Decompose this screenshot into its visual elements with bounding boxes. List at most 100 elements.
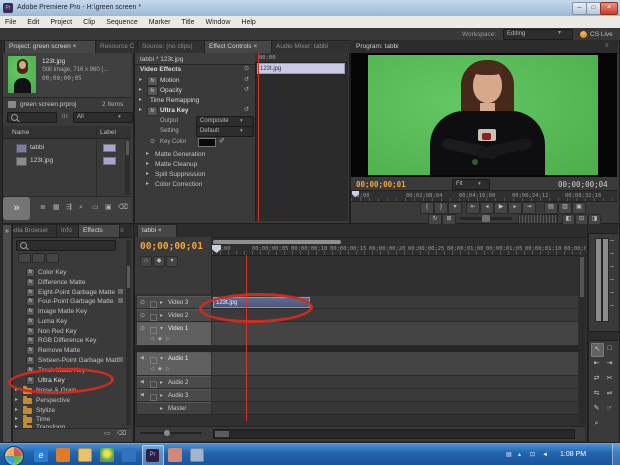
snap-toggle-button[interactable]: ∩ bbox=[140, 256, 152, 267]
tab-project[interactable]: Project: green screen × bbox=[4, 40, 98, 53]
folder-expand-icon[interactable]: ▸ bbox=[15, 407, 18, 413]
effect-image-matte-key[interactable]: Image Matte Key bbox=[38, 308, 87, 316]
mark-in-button[interactable]: { bbox=[420, 202, 434, 214]
project-bin-name[interactable]: green screen.prproj bbox=[20, 101, 76, 109]
keyframe-add-icon[interactable]: ◆ bbox=[158, 367, 162, 372]
rolling-edit-tool[interactable]: ⇥ bbox=[604, 358, 615, 370]
icon-view-icon[interactable]: ▦ bbox=[53, 204, 60, 211]
start-button[interactable] bbox=[4, 446, 24, 465]
expand-track-icon[interactable]: ▸ bbox=[160, 406, 163, 412]
timeline-current-time[interactable]: 00;00;00;01 bbox=[140, 241, 203, 252]
tab-effects[interactable]: Effects bbox=[78, 224, 120, 237]
track-lock-icon[interactable] bbox=[150, 301, 157, 308]
reset-icon[interactable]: ↺ bbox=[244, 87, 249, 93]
folder-expand-icon[interactable]: ▸ bbox=[15, 416, 18, 422]
slip-tool[interactable]: ⇆ bbox=[591, 388, 602, 400]
toggle-track-output-icon[interactable]: ⊙ bbox=[140, 326, 145, 332]
title-bar[interactable]: Pr Adobe Premiere Pro - H:\green screen … bbox=[0, 0, 620, 17]
ecp-clip-bar[interactable]: 123t.jpg bbox=[257, 63, 345, 74]
tab-source[interactable]: Source: (no clips) bbox=[137, 40, 209, 53]
set-encore-marker-button[interactable]: ◆ bbox=[153, 256, 165, 267]
tab-media-browser[interactable]: Media Browser bbox=[12, 224, 58, 237]
track-select-tool[interactable]: □ bbox=[604, 343, 615, 355]
effects-scrollbar[interactable] bbox=[126, 240, 131, 425]
ecp-motion[interactable]: Motion bbox=[160, 77, 180, 85]
menu-title[interactable]: Title bbox=[182, 19, 195, 26]
zoom-tool[interactable]: ⌕ bbox=[591, 418, 602, 430]
effect-sixteen-point-garbage-matte[interactable]: Sixteen-Point Garbage Matte bbox=[38, 357, 122, 365]
tray-show-hidden-icon[interactable]: ▴ bbox=[518, 452, 521, 459]
in-dropdown-arrow[interactable]: ▾ bbox=[118, 114, 121, 121]
label-swatch-tabbi[interactable] bbox=[103, 144, 116, 152]
menu-project[interactable]: Project bbox=[50, 19, 72, 26]
effect-color-key[interactable]: Color Key bbox=[38, 269, 67, 277]
filter-32bit-button[interactable] bbox=[32, 253, 45, 263]
effect-difference-matte[interactable]: Difference Matte bbox=[38, 279, 86, 287]
spill-suppression-expand-icon[interactable]: ▸ bbox=[146, 171, 149, 177]
ecp-opacity[interactable]: Opacity bbox=[160, 87, 182, 95]
new-custom-bin-icon[interactable]: ▭ bbox=[104, 430, 110, 438]
folder-perspective[interactable]: Perspective bbox=[36, 397, 70, 405]
effect-remove-matte[interactable]: Remove Matte bbox=[38, 347, 80, 355]
new-bin-icon[interactable]: ▭ bbox=[92, 204, 99, 211]
reset-icon[interactable]: ↺ bbox=[244, 77, 249, 83]
eyedropper-icon[interactable]: ✐ bbox=[219, 138, 225, 145]
program-zoom-dropdown[interactable]: Fit bbox=[452, 179, 490, 190]
taskbar-active-app[interactable]: Pr bbox=[142, 445, 164, 465]
ecp-mini-timeline[interactable] bbox=[255, 53, 348, 221]
project-preview-thumbnail[interactable] bbox=[8, 56, 36, 93]
menu-marker[interactable]: Marker bbox=[149, 19, 171, 26]
minimize-button[interactable]: ─ bbox=[572, 2, 587, 15]
column-name[interactable]: Name bbox=[12, 129, 29, 137]
expand-track-icon[interactable]: ▸ bbox=[160, 300, 163, 306]
ecp-ultra-key[interactable]: Ultra Key bbox=[160, 107, 189, 115]
go-to-in-button[interactable]: ⇤ bbox=[466, 202, 480, 214]
key-color-swatch[interactable] bbox=[198, 138, 216, 147]
track-lock-icon[interactable] bbox=[150, 314, 157, 321]
effect-rgb-difference-key[interactable]: RGB Difference Key bbox=[38, 337, 96, 345]
work-area-bar[interactable] bbox=[213, 240, 341, 244]
taskbar-app8-icon[interactable] bbox=[190, 448, 204, 462]
taskbar-app2-icon[interactable] bbox=[56, 448, 70, 462]
matte-generation-expand-icon[interactable]: ▸ bbox=[146, 151, 149, 157]
set-marker-button[interactable]: ▾ bbox=[166, 256, 178, 267]
workspace-dropdown[interactable]: Editing bbox=[503, 29, 573, 40]
export-frame-button[interactable]: ▣ bbox=[572, 202, 586, 214]
project-item-tabbi[interactable]: tabbi bbox=[30, 144, 44, 152]
program-panel-menu-icon[interactable]: ≡ bbox=[605, 43, 609, 49]
menu-file[interactable]: File bbox=[5, 19, 16, 26]
toggle-track-output-icon[interactable]: ◀ bbox=[140, 356, 144, 361]
play-button[interactable]: ▶ bbox=[494, 202, 508, 214]
list-view-icon[interactable]: ≣ bbox=[40, 204, 46, 211]
rate-stretch-tool[interactable]: ⇄ bbox=[591, 373, 602, 385]
maximize-button[interactable]: □ bbox=[586, 2, 601, 15]
track-header-audio3[interactable]: ◀ ▸ Audio 3 bbox=[137, 389, 211, 402]
timeline-vscrollbar[interactable] bbox=[579, 255, 585, 425]
ecp-matte-cleanup[interactable]: Matte Cleanup bbox=[155, 161, 197, 169]
program-ruler[interactable]: 00;00 00;02;08;04 00;04;16;08 00;06;24;1… bbox=[351, 190, 617, 202]
timeline-hscrollbar[interactable] bbox=[213, 429, 575, 439]
timeline-playhead-line[interactable] bbox=[246, 255, 247, 421]
slide-tool[interactable]: ⇌ bbox=[604, 388, 615, 400]
keyframe-prev-icon[interactable]: ◁ bbox=[150, 337, 154, 342]
label-swatch-123t[interactable] bbox=[103, 157, 116, 165]
selection-tool[interactable]: ↖ bbox=[591, 343, 604, 357]
color-correction-expand-icon[interactable]: ▸ bbox=[146, 181, 149, 187]
ecp-playhead-line[interactable] bbox=[258, 53, 259, 221]
track-lane-audio3[interactable] bbox=[212, 389, 578, 402]
toggle-track-output-icon[interactable]: ◀ bbox=[140, 393, 144, 398]
taskbar-app7-icon[interactable] bbox=[168, 448, 182, 462]
expand-track-icon[interactable]: ▸ bbox=[160, 380, 163, 386]
folder-stylize[interactable]: Stylize bbox=[36, 407, 55, 415]
output-dropdown-arrow[interactable]: ▾ bbox=[240, 118, 243, 125]
tray-keyboard-icon[interactable]: ▤ bbox=[506, 452, 512, 459]
tab-effect-controls[interactable]: Effect Controls × bbox=[204, 40, 276, 53]
hand-tool[interactable]: ☞ bbox=[604, 403, 615, 415]
reset-icon[interactable]: ↺ bbox=[244, 107, 249, 113]
program-current-time[interactable]: 00;00;00;01 bbox=[356, 180, 406, 189]
menu-sequence[interactable]: Sequence bbox=[106, 19, 138, 26]
effect-non-red-key[interactable]: Non Red Key bbox=[38, 328, 77, 336]
track-lock-icon[interactable] bbox=[150, 381, 157, 388]
track-lock-icon[interactable] bbox=[150, 357, 157, 364]
track-lock-icon[interactable] bbox=[150, 327, 157, 334]
